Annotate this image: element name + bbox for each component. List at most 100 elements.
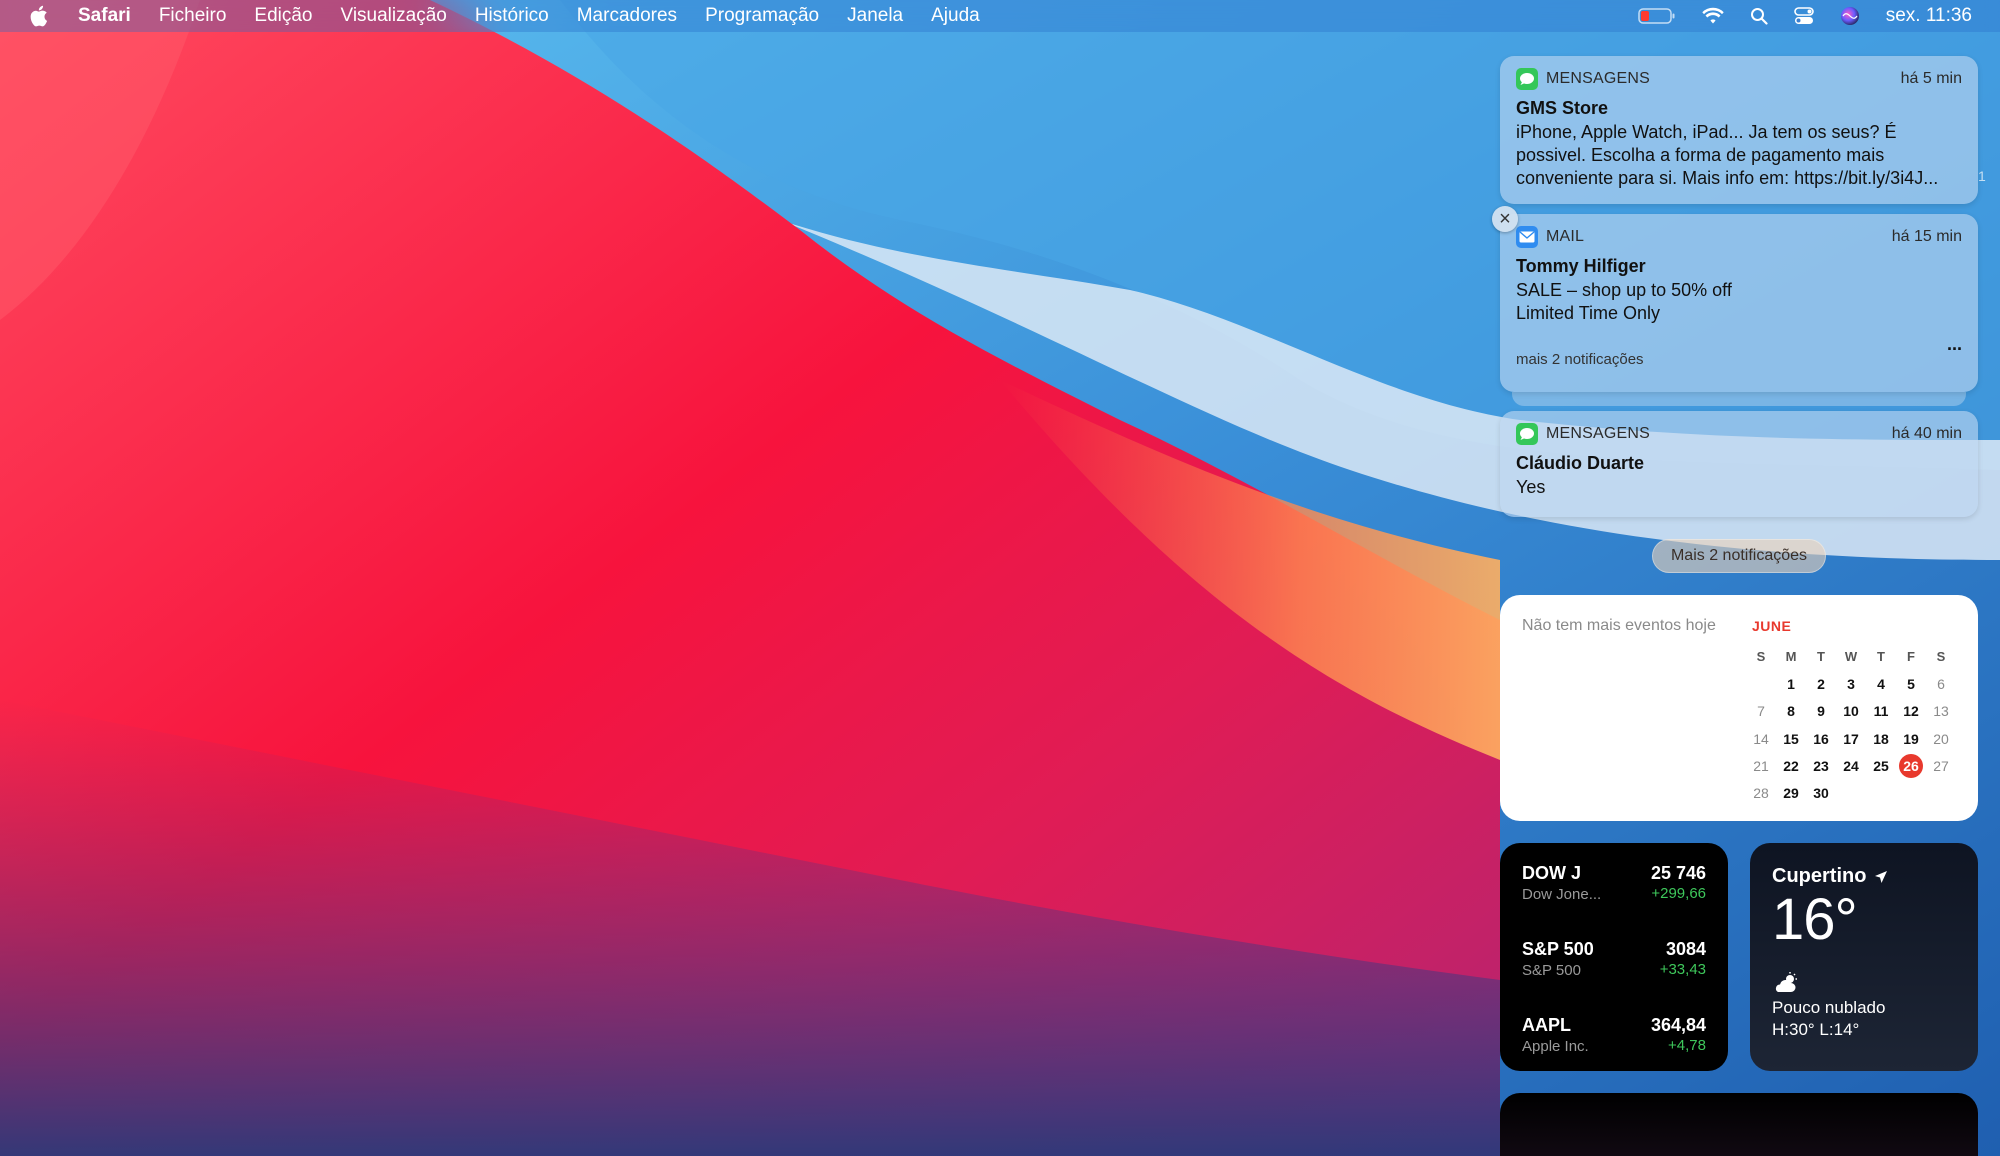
messages-app-icon	[1516, 423, 1538, 445]
notification-body-line: SALE – shop up to 50% off	[1516, 280, 1732, 300]
location-arrow-icon	[1875, 870, 1888, 883]
calendar-day[interactable]: 21	[1746, 752, 1776, 779]
calendar-day[interactable]: 5	[1896, 670, 1926, 697]
calendar-day[interactable]: 28	[1746, 779, 1776, 806]
calendar-weekday: T	[1817, 649, 1825, 665]
search-icon[interactable]	[1750, 7, 1768, 25]
stock-change: +33,43	[1659, 961, 1706, 978]
menu-programacao[interactable]: Programação	[705, 5, 819, 27]
notification-title: Cláudio Duarte	[1516, 453, 1645, 473]
calendar-day[interactable]: 27	[1926, 752, 1956, 779]
menu-edicao[interactable]: Edição	[254, 5, 312, 27]
calendar-weekday: T	[1877, 649, 1885, 665]
notification-header: MENSAGENS há 5 min	[1516, 68, 1962, 90]
notification-stack-shadow	[1512, 392, 1966, 406]
notification-messages-claudio-duarte[interactable]: MENSAGENS há 40 min Cláudio Duarte Yes	[1500, 411, 1978, 517]
menu-janela[interactable]: Janela	[847, 5, 903, 27]
calendar-today-marker: 26	[1899, 753, 1923, 778]
stock-change: +299,66	[1651, 885, 1706, 902]
notification-messages-gms-store[interactable]: MENSAGENS há 5 min GMS Store iPhone, App…	[1500, 56, 1978, 204]
calendar-day[interactable]: 22	[1776, 752, 1806, 779]
calendar-day[interactable]: 14	[1746, 725, 1776, 752]
calendar-day[interactable]: 30	[1806, 779, 1836, 806]
weather-city-name: Cupertino	[1772, 865, 1867, 887]
menu-app-safari[interactable]: Safari	[78, 5, 131, 27]
calendar-day[interactable]: 10	[1836, 698, 1866, 725]
notification-time: há 40 min	[1891, 425, 1962, 442]
calendar-weekday: S	[1936, 649, 1946, 665]
calendar-day[interactable]: 20	[1926, 725, 1956, 752]
menu-bar: Safari Ficheiro Edição Visualização Hist…	[0, 0, 2000, 32]
calendar-day[interactable]: 29	[1776, 779, 1806, 806]
calendar-day[interactable]: 8	[1776, 698, 1806, 725]
calendar-month: JUNE	[1752, 618, 1792, 634]
calendar-day[interactable]: 2	[1806, 670, 1836, 697]
calendar-day[interactable]: 7	[1746, 698, 1776, 725]
notification-body: iPhone, Apple Watch, iPad... Ja tem os s…	[1516, 122, 1939, 188]
menu-visualizacao[interactable]: Visualização	[341, 5, 447, 27]
calendar-day[interactable]: 19	[1896, 725, 1926, 752]
notification-body: SALE – shop up to 50% off Limited Time O…	[1516, 279, 1962, 325]
calendar-day[interactable]: 24	[1836, 752, 1866, 779]
notification-mail-tommy-hilfiger[interactable]: MAIL há 15 min Tommy Hilfiger SALE – sho…	[1500, 214, 1978, 392]
menu-bar-clock[interactable]: sex. 11:36	[1886, 5, 1972, 27]
calendar-day[interactable]: 17	[1836, 725, 1866, 752]
battery-icon[interactable]	[1637, 7, 1676, 25]
calendar-widget[interactable]: Não tem mais eventos hoje JUNE SMTWTFS12…	[1500, 595, 1978, 821]
menu-bar-status-area: sex. 11:36	[1612, 0, 2000, 32]
calendar-day[interactable]: 15	[1776, 725, 1806, 752]
stock-row-sp500[interactable]: S&P 500 S&P 500 3084 +33,43	[1522, 939, 1706, 1015]
siri-icon[interactable]	[1840, 6, 1860, 26]
calendar-weekday: M	[1785, 649, 1797, 665]
menu-ficheiro[interactable]: Ficheiro	[159, 5, 227, 27]
calendar-day[interactable]: 13	[1926, 698, 1956, 725]
stock-row-aapl[interactable]: AAPL Apple Inc. 364,84 +4,78	[1522, 1015, 1706, 1091]
weather-high-low: H:30° L:14°	[1772, 1020, 1860, 1039]
calendar-day[interactable]: 3	[1836, 670, 1866, 697]
partly-cloudy-icon	[1772, 972, 1956, 994]
calendar-day[interactable]: 26	[1896, 752, 1926, 779]
notification-options-button[interactable]: ...	[1947, 334, 1962, 355]
weather-condition: Pouco nublado	[1772, 998, 1886, 1017]
stock-row-dow[interactable]: DOW J Dow Jone... 25 746 +299,66	[1522, 863, 1706, 939]
notification-app-name: MAIL	[1546, 228, 1585, 245]
notification-app-name: MENSAGENS	[1546, 425, 1651, 442]
menu-ajuda[interactable]: Ajuda	[931, 5, 980, 27]
weather-temperature: 16°	[1772, 887, 1858, 952]
calendar-empty-cell	[1836, 779, 1866, 806]
calendar-no-events: Não tem mais eventos hoje	[1522, 617, 1716, 634]
calendar-day[interactable]: 11	[1866, 698, 1896, 725]
menu-historico[interactable]: Histórico	[475, 5, 549, 27]
notification-body-line: Limited Time Only	[1516, 303, 1661, 323]
clear-notification-button[interactable]: ×	[1492, 206, 1518, 232]
wifi-icon[interactable]	[1702, 7, 1724, 25]
calendar-day[interactable]: 4	[1866, 670, 1896, 697]
calendar-weekday: S	[1756, 649, 1766, 665]
calendar-day[interactable]: 1	[1776, 670, 1806, 697]
calendar-day[interactable]: 16	[1806, 725, 1836, 752]
notification-app-name: MENSAGENS	[1546, 70, 1651, 87]
notification-title: GMS Store	[1516, 98, 1609, 118]
calendar-weekday: W	[1844, 649, 1858, 665]
side-badge: 1	[1978, 168, 1986, 184]
calendar-day[interactable]: 9	[1806, 698, 1836, 725]
calendar-empty-cell	[1746, 670, 1776, 697]
calendar-day[interactable]: 6	[1926, 670, 1956, 697]
calendar-day[interactable]: 18	[1866, 725, 1896, 752]
stock-price: 25 746	[1650, 863, 1706, 883]
control-center-icon[interactable]	[1793, 7, 1814, 25]
calendar-day[interactable]: 12	[1896, 698, 1926, 725]
calendar-day[interactable]: 25	[1866, 752, 1896, 779]
clock-widget[interactable]	[1500, 1093, 1978, 1156]
menu-marcadores[interactable]: Marcadores	[577, 5, 677, 27]
apple-menu-icon[interactable]	[30, 4, 52, 28]
close-icon: ×	[1499, 208, 1511, 230]
stocks-widget[interactable]: DOW J Dow Jone... 25 746 +299,66 S&P 500…	[1500, 843, 1728, 1071]
notification-stack-count[interactable]: mais 2 notificações	[1516, 351, 1962, 368]
more-notifications-button[interactable]: Mais 2 notificações	[1652, 539, 1826, 573]
weather-widget[interactable]: Cupertino 16° Pouco nublado H:30° L:14°	[1750, 843, 1978, 1071]
calendar-empty-cell	[1866, 779, 1896, 806]
calendar-day[interactable]: 23	[1806, 752, 1836, 779]
stock-price: 364,84	[1650, 1015, 1706, 1035]
calendar-grid: S M T W T F S 1 2 3 4 5 6 7 8 9 10 11 12 13 14 15 16 17 18 19 20 21…	[1746, 643, 1956, 807]
